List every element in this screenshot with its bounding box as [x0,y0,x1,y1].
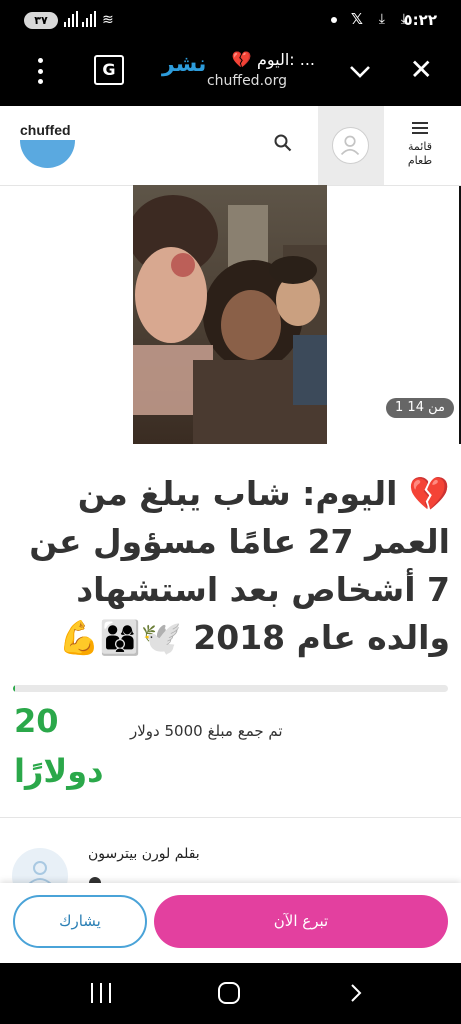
home-icon[interactable] [218,982,240,1004]
user-account-button[interactable] [318,106,384,185]
wifi-icon: ≋ [102,12,114,28]
more-vert-icon[interactable] [36,58,44,84]
image-counter: 1 من 14 [386,398,454,418]
donate-button[interactable]: تبرع الآن [154,895,448,948]
system-nav-bar [0,963,461,1024]
x-app-icon: 𝕏 [350,10,363,28]
share-button[interactable]: يشارك [13,895,147,948]
menu-button[interactable]: قائمة طعام [390,122,450,168]
site-logo[interactable]: chuffed [20,122,71,138]
site-header: chuffed قائمة طعام [0,106,461,186]
close-icon[interactable]: ✕ [410,54,433,86]
signal-icon [82,11,96,27]
download-icon: ⤓ [378,11,385,27]
campaign-title: 💔 اليوم: شاب يبلغ من العمر 27 عامًا مسؤو… [29,474,450,657]
menu-label: طعام [407,154,433,167]
google-translate-icon[interactable]: G [94,55,124,85]
divider [0,817,461,818]
campaign-photo[interactable] [133,185,327,444]
share-link[interactable]: نشر [162,52,206,77]
page-url: chuffed.org [206,73,287,89]
chevron-down-icon[interactable] [349,60,371,82]
signal-icon [64,11,78,27]
page-title: 💔 اليوم: ... [231,50,315,69]
browser-toolbar: G نشر 💔 اليوم: ... chuffed.org ✕ [0,40,461,106]
raised-currency: دولارًا [14,752,104,790]
search-icon[interactable] [274,134,292,152]
author-name: بقلم لورن بيترسون [88,846,200,862]
raised-amount: 20 [14,702,59,740]
notification-dot-icon [331,17,337,23]
battery-icon: ٣٧ [24,12,58,29]
logo-mark [20,140,75,168]
action-bar: يشارك تبرع الآن [0,883,461,963]
funding-progress-fill [13,685,16,692]
hamburger-icon [412,122,428,134]
status-bar: ٣٧ ≋ 𝕏 ⤓ ⤓ ٥:٢٢ [0,0,461,40]
menu-label: قائمة [408,140,432,153]
recent-apps-icon[interactable] [91,983,111,1003]
back-icon[interactable] [348,984,364,1002]
clock: ٥:٢٢ [403,11,437,29]
goal-text: تم جمع مبلغ 5000 دولار [130,722,283,740]
funding-progress-bar [13,685,448,692]
user-avatar-icon [332,127,369,164]
